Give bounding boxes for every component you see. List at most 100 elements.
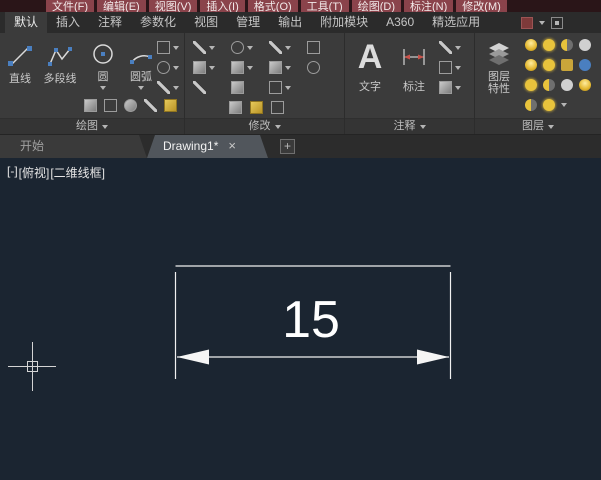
rectangle-tool[interactable] [157, 41, 179, 54]
dropdown-arrow-icon[interactable] [173, 66, 179, 70]
offset-tool[interactable] [307, 61, 320, 74]
panel-layers-footer[interactable]: 图层 [475, 118, 601, 134]
dimension-entity[interactable]: 15 [176, 266, 451, 379]
line-tool[interactable]: 直线 [3, 41, 37, 85]
ribbon-tab-annotate[interactable]: 注释 [89, 12, 131, 33]
dropdown-arrow-icon[interactable] [100, 86, 106, 90]
close-icon[interactable]: × [228, 138, 236, 153]
ribbon-tab-view[interactable]: 视图 [185, 12, 227, 33]
layer-thaw-icon[interactable] [543, 79, 555, 91]
ribbon-tab-output[interactable]: 输出 [269, 12, 311, 33]
sun-icon[interactable] [543, 99, 555, 111]
dropdown-arrow-icon[interactable] [455, 66, 461, 70]
menu-item-modify[interactable]: 修改(M) [456, 0, 507, 12]
model-canvas[interactable]: 15 [0, 158, 601, 480]
explode-tool[interactable] [231, 81, 244, 94]
menu-item-format[interactable]: 格式(O) [248, 0, 298, 12]
new-drawing-button[interactable]: + [280, 139, 295, 154]
text-tool[interactable]: A 文字 [349, 35, 391, 93]
light-bulb-icon[interactable] [579, 79, 591, 91]
ellipse-tool[interactable] [157, 61, 179, 74]
ribbon-tab-insert[interactable]: 插入 [47, 12, 89, 33]
arc-tool[interactable]: 圆弧 [123, 39, 159, 90]
ribbon-tab-manage[interactable]: 管理 [227, 12, 269, 33]
sun-icon[interactable] [525, 79, 537, 91]
spline-icon[interactable] [144, 99, 157, 112]
light-bulb-icon[interactable] [525, 59, 537, 71]
menu-item-insert[interactable]: 插入(I) [200, 0, 244, 12]
polyline-tool[interactable]: 多段线 [37, 41, 83, 85]
dimension-tool[interactable]: 标注 [395, 35, 433, 93]
ribbon-tab-addins[interactable]: 附加模块 [311, 12, 377, 33]
erase-tool[interactable] [193, 81, 206, 94]
region-icon[interactable] [84, 99, 97, 112]
ribbon-minimize-icon[interactable] [551, 17, 563, 29]
ribbon-tab-home[interactable]: 默认 [5, 12, 47, 33]
drawing-area[interactable]: [-] [俯视] [二维线框] 15 [0, 158, 601, 480]
dropdown-arrow-icon[interactable] [455, 46, 461, 50]
lock-icon[interactable] [561, 59, 573, 71]
ribbon-tab-parametric[interactable]: 参数化 [131, 12, 185, 33]
markup-tool[interactable] [439, 81, 461, 94]
boundary-icon[interactable] [104, 99, 117, 112]
dropdown-arrow-icon[interactable] [285, 46, 291, 50]
layer-color-icon[interactable] [579, 39, 591, 51]
point-icon[interactable] [164, 99, 177, 112]
array-tool[interactable] [269, 61, 291, 74]
file-tab-start[interactable]: 开始 [0, 135, 147, 158]
menu-item-edit[interactable]: 编辑(E) [97, 0, 146, 12]
menu-item-dimension[interactable]: 标注(N) [404, 0, 453, 12]
move-tool[interactable] [193, 41, 215, 54]
stretch-icon[interactable] [229, 101, 242, 114]
hatch-tool[interactable] [157, 81, 179, 94]
layer-off-icon[interactable] [561, 79, 573, 91]
ribbon-tab-a360[interactable]: A360 [377, 12, 423, 33]
dropdown-arrow-icon[interactable] [247, 66, 253, 70]
donut-icon[interactable] [124, 99, 137, 112]
menu-item-draw[interactable]: 绘图(D) [352, 0, 401, 12]
lengthen-icon[interactable] [250, 101, 263, 114]
copy-tool[interactable] [193, 61, 215, 74]
panel-annotation-footer[interactable]: 注释 [345, 118, 474, 134]
light-bulb-icon[interactable] [525, 39, 537, 51]
layer-match-icon[interactable] [525, 99, 537, 111]
fillet-tool[interactable] [307, 41, 320, 54]
viewport-visual-style-control[interactable]: [二维线框] [50, 164, 105, 181]
dropdown-arrow-icon[interactable] [173, 86, 179, 90]
join-icon[interactable] [271, 101, 284, 114]
viewport-view-control[interactable]: [俯视] [19, 164, 50, 181]
table-tool[interactable] [439, 61, 461, 74]
dimension-arrow-left [177, 350, 209, 365]
panel-draw-footer[interactable]: 绘图 [0, 118, 184, 134]
dropdown-arrow-icon[interactable] [561, 103, 567, 107]
scale-tool[interactable] [269, 81, 291, 94]
layer-properties-tool[interactable]: 图层特性 [477, 39, 521, 95]
sun-icon[interactable] [543, 59, 555, 71]
menu-item-view[interactable]: 视图(V) [149, 0, 198, 12]
chevron-down-icon[interactable] [539, 21, 545, 25]
sun-icon[interactable] [543, 39, 555, 51]
file-tab-drawing1[interactable]: Drawing1*× [147, 135, 268, 158]
line-tool-label: 直线 [9, 73, 31, 85]
leader-tool[interactable] [439, 41, 461, 54]
dropdown-arrow-icon[interactable] [247, 46, 253, 50]
circle-tool[interactable]: 圆 [85, 39, 121, 90]
panel-modify-footer[interactable]: 修改 [185, 118, 344, 134]
dropdown-arrow-icon[interactable] [209, 66, 215, 70]
dropdown-arrow-icon[interactable] [285, 86, 291, 90]
workspace-icon[interactable] [521, 17, 533, 29]
mirror-tool[interactable] [231, 61, 253, 74]
menu-item-tools[interactable]: 工具(T) [301, 0, 349, 12]
rotate-tool[interactable] [231, 41, 253, 54]
layer-freeze-icon[interactable] [561, 39, 573, 51]
dropdown-arrow-icon[interactable] [285, 66, 291, 70]
dropdown-arrow-icon[interactable] [209, 46, 215, 50]
trim-tool[interactable] [269, 41, 291, 54]
ribbon-tab-featured-apps[interactable]: 精选应用 [423, 12, 489, 33]
dropdown-arrow-icon[interactable] [173, 46, 179, 50]
menu-item-file[interactable]: 文件(F) [46, 0, 94, 12]
layer-isolate-icon[interactable] [579, 59, 591, 71]
dropdown-arrow-icon[interactable] [455, 86, 461, 90]
dropdown-arrow-icon[interactable] [138, 86, 144, 90]
viewport-menu-control[interactable]: [-] [7, 164, 18, 181]
